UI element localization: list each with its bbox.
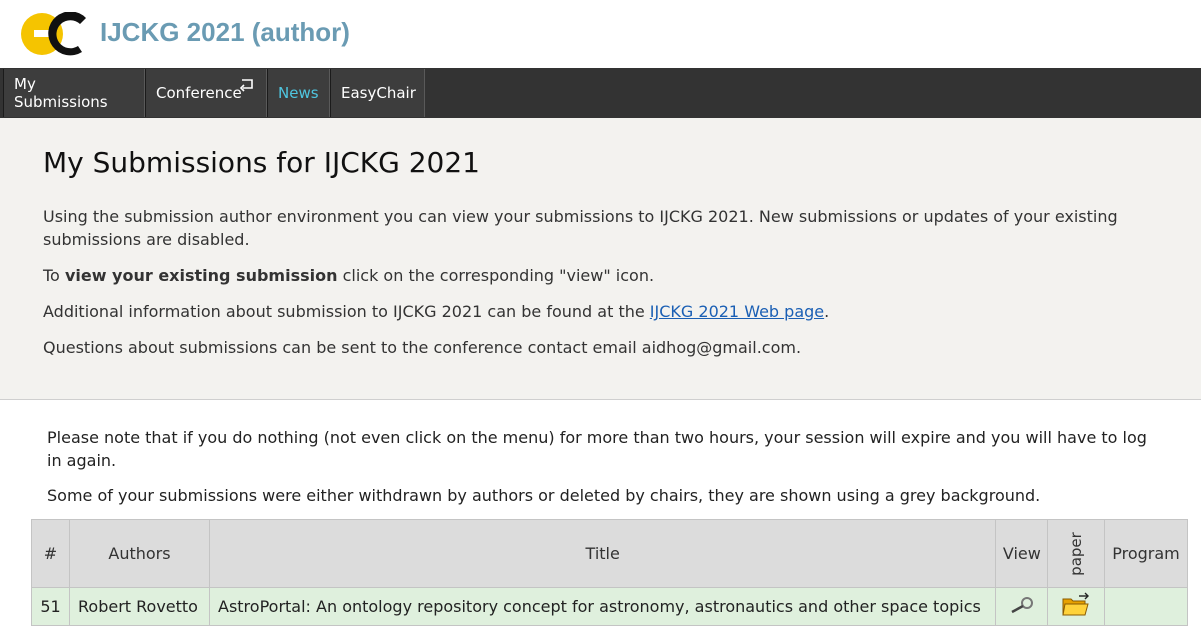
withdrawn-note: Some of your submissions were either wit…	[47, 486, 1041, 505]
magnifier-icon[interactable]	[1008, 595, 1036, 615]
text: .	[824, 302, 830, 321]
submission-title: AstroPortal: An ontology repository conc…	[208, 587, 997, 626]
menu-label: Conference	[156, 84, 242, 102]
conference-web-page-link[interactable]: IJCKG 2021 Web page	[650, 302, 824, 321]
text: Additional information about submission …	[43, 302, 650, 321]
return-icon	[239, 79, 253, 92]
menu-news[interactable]: News	[267, 69, 330, 117]
intro-paragraph: Additional information about submission …	[43, 300, 1158, 323]
app-title: IJCKG 2021 (author)	[100, 17, 350, 47]
menu-conference[interactable]: Conference	[145, 69, 267, 117]
folder-icon[interactable]	[1061, 592, 1091, 618]
view-cell[interactable]	[995, 587, 1049, 626]
page-title: My Submissions for IJCKG 2021	[43, 146, 480, 179]
col-program: Program	[1104, 519, 1188, 588]
main-menu: My Submissions Conference News EasyChair	[0, 68, 1201, 118]
paper-cell[interactable]	[1047, 587, 1105, 626]
menu-easychair[interactable]: EasyChair	[330, 69, 425, 117]
menu-my-submissions[interactable]: My Submissions	[3, 69, 145, 117]
emphasis: view your existing submission	[64, 266, 338, 285]
table-header-row: # Authors Title View paper Program	[31, 519, 1188, 588]
table-row: 51 Robert Rovetto AstroPortal: An ontolo…	[31, 587, 1188, 626]
notes-section: Please note that if you do nothing (not …	[0, 400, 1201, 507]
menu-label: EasyChair	[341, 84, 416, 102]
easychair-logo[interactable]	[20, 12, 88, 56]
text: click on the corresponding "view" icon.	[337, 266, 655, 285]
paper-label: paper	[1067, 532, 1086, 576]
intro-section: My Submissions for IJCKG 2021 Using the …	[0, 118, 1201, 400]
submission-number: 51	[31, 587, 70, 626]
submissions-table: # Authors Title View paper Program 51 Ro…	[31, 519, 1188, 626]
col-paper: paper	[1047, 519, 1105, 588]
session-note: Please note that if you do nothing (not …	[47, 428, 1147, 470]
col-title: Title	[208, 519, 997, 588]
text: To	[43, 266, 65, 285]
menu-label: My Submissions	[14, 75, 108, 111]
intro-paragraph: Using the submission author environment …	[43, 207, 1118, 249]
menu-label: News	[278, 84, 319, 102]
program-cell	[1104, 587, 1188, 626]
col-authors: Authors	[69, 519, 210, 588]
col-view: View	[995, 519, 1049, 588]
page-header: IJCKG 2021 (author)	[0, 0, 1201, 68]
intro-paragraph: Questions about submissions can be sent …	[43, 338, 802, 357]
col-number: #	[31, 519, 70, 588]
intro-paragraph: To view your existing submission click o…	[43, 264, 1158, 287]
submission-authors: Robert Rovetto	[69, 587, 210, 626]
